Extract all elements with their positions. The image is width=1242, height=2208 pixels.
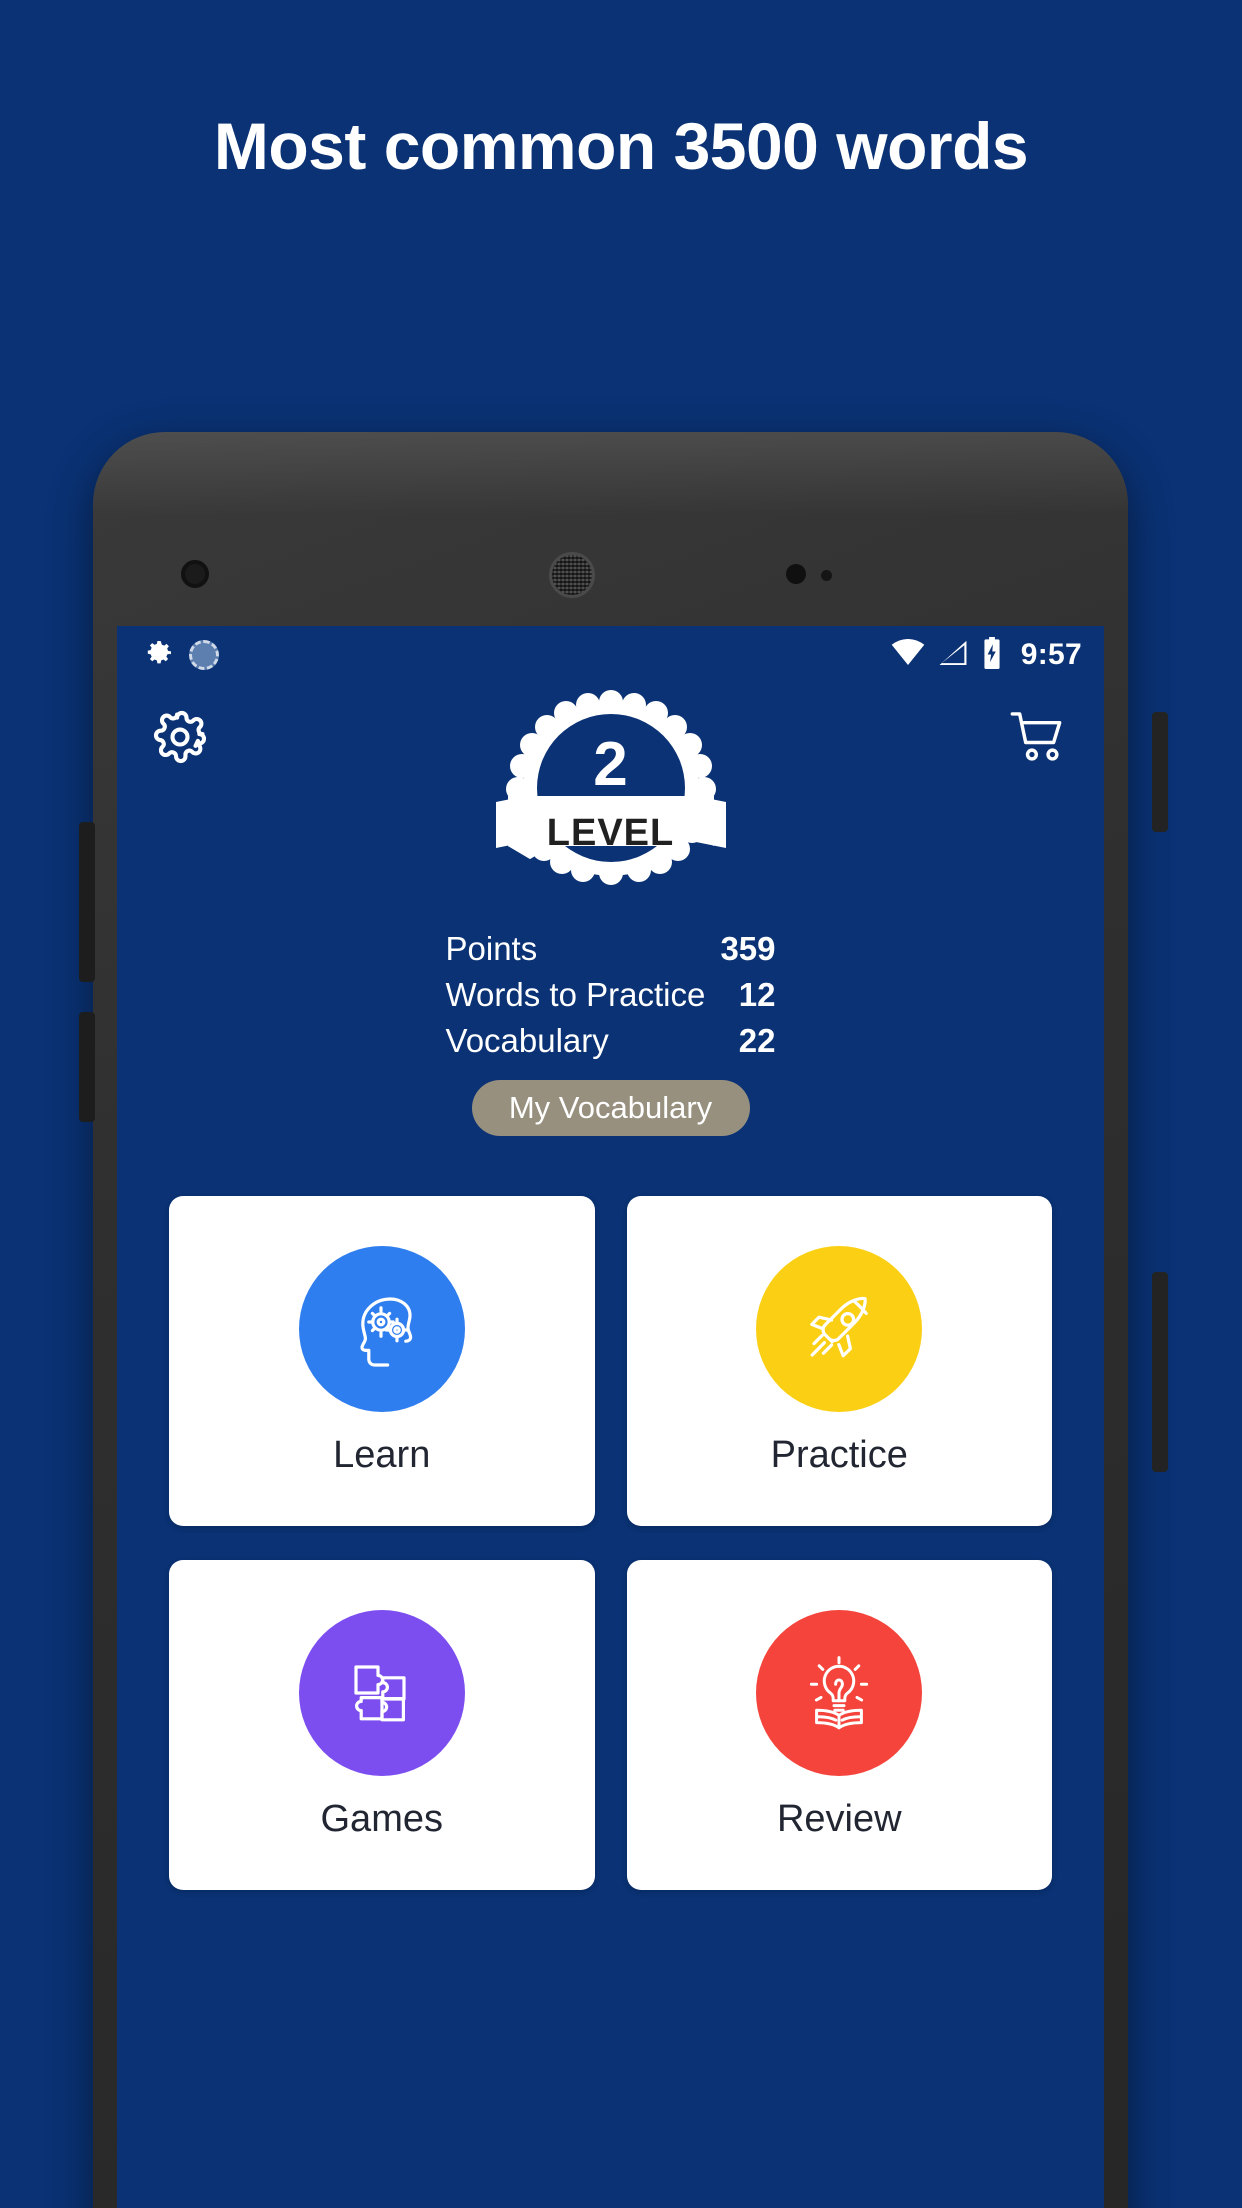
stats-section: Points 359 Words to Practice 12 Vocabula… [117,926,1104,1136]
card-learn-label: Learn [333,1433,431,1476]
front-camera-icon [181,560,209,588]
level-number: 2 [593,730,628,799]
my-vocabulary-button[interactable]: My Vocabulary [471,1080,750,1136]
wifi-icon [891,638,925,672]
card-review-circle [756,1609,923,1776]
head-with-gears-icon [360,1296,412,1367]
store-screenshot-poster: Most common 3500 words 9:57 2 LEVEL Poin… [0,0,1242,2208]
card-games-circle [298,1609,465,1776]
stat-value: 359 [720,930,776,967]
card-practice-label: Practice [770,1433,908,1476]
power-button[interactable] [1152,712,1168,832]
proximity-sensor-icon [786,564,806,584]
sync-circle-icon [189,640,219,670]
card-learn[interactable]: Learn [169,1196,595,1526]
stat-label: Vocabulary [445,1022,609,1059]
stat-value: 12 [738,976,776,1013]
phone-screen: 9:57 2 LEVEL Points 359 Words to Practic… [117,626,1104,2208]
earpiece-speaker-icon [549,552,595,598]
stat-value: 22 [738,1022,776,1059]
card-games-label: Games [320,1797,443,1840]
cell-signal-icon [937,639,969,672]
stat-row-words-to-practice: Words to Practice 12 [446,972,776,1018]
volume-down-button[interactable] [79,1012,95,1122]
status-bar-indicators: 9:57 [891,636,1082,674]
phone-mockup: 9:57 2 LEVEL Points 359 Words to Practic… [79,432,1168,2208]
volume-up-button[interactable] [79,822,95,982]
level-badge-art: 2 LEVEL [495,682,726,897]
status-bar-notifications [143,637,219,674]
level-badge: 2 LEVEL [117,682,1104,897]
stat-row-vocabulary: Vocabulary 22 [446,1018,776,1064]
gear-icon [143,637,175,674]
card-practice-circle [756,1245,923,1412]
card-learn-circle [298,1245,465,1412]
lightbulb-book-icon [810,1655,869,1729]
side-rail [1152,1272,1168,1472]
rocket-icon [810,1296,869,1357]
stat-label: Points [445,930,538,967]
battery-charging-icon [981,636,1003,674]
card-games[interactable]: Games [169,1560,595,1890]
status-bar: 9:57 [117,626,1104,684]
card-review-label: Review [776,1797,902,1840]
feature-card-grid: Learn Practice Games Review [169,1196,1052,1890]
light-sensor-icon [821,570,832,581]
card-practice[interactable]: Practice [626,1196,1052,1526]
status-bar-clock: 9:57 [1020,638,1082,671]
stat-row-points: Points 359 [446,926,776,972]
stat-label: Words to Practice [445,976,706,1013]
stats-table: Points 359 Words to Practice 12 Vocabula… [446,926,776,1064]
level-word: LEVEL [546,812,675,854]
poster-headline: Most common 3500 words [213,109,1029,183]
card-review[interactable]: Review [626,1560,1052,1890]
puzzle-pieces-icon [354,1664,406,1721]
